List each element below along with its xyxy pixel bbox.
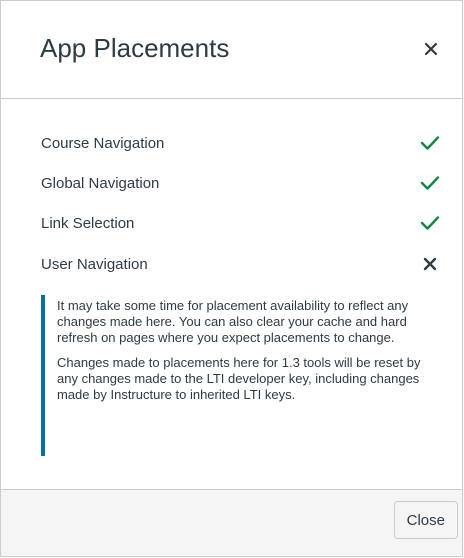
modal-body: Course Navigation Global Navigation Link… (1, 99, 462, 491)
placement-label: User Navigation (41, 255, 148, 273)
alert-paragraph-cache: It may take some time for placement avai… (57, 298, 409, 345)
placement-row-user-navigation: User Navigation (41, 252, 440, 276)
check-icon (420, 213, 440, 233)
info-alert: It may take some time for placement avai… (41, 295, 443, 456)
close-button[interactable]: Close (393, 501, 458, 539)
check-icon (420, 133, 440, 153)
placement-label: Global Navigation (41, 174, 160, 192)
close-icon[interactable] (414, 32, 448, 66)
alert-paragraph-lti: Changes made to placements here for 1.3 … (57, 355, 421, 402)
app-placements-modal: App Placements Course Navigation Global … (0, 0, 463, 557)
x-icon (420, 254, 440, 274)
modal-title: App Placements (40, 33, 230, 63)
placement-row-global-navigation: Global Navigation (41, 171, 440, 195)
modal-footer: Close (1, 489, 462, 556)
placement-label: Course Navigation (41, 134, 165, 152)
placement-label: Link Selection (41, 214, 135, 232)
modal-header: App Placements (1, 1, 462, 99)
placement-row-course-navigation: Course Navigation (41, 131, 440, 155)
check-icon (420, 173, 440, 193)
placement-row-link-selection: Link Selection (41, 211, 440, 235)
